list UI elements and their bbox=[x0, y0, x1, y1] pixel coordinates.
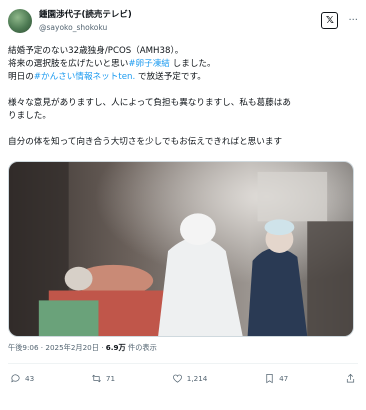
hashtag-link[interactable]: #卵子凍結 bbox=[128, 59, 170, 69]
reply-icon bbox=[11, 374, 20, 383]
like-button[interactable]: 1,214 bbox=[172, 373, 208, 384]
author-handle[interactable]: @sayoko_shokoku bbox=[39, 22, 132, 33]
avatar[interactable] bbox=[8, 9, 32, 33]
retweet-icon bbox=[92, 374, 101, 383]
retweet-button[interactable]: 71 bbox=[91, 373, 115, 384]
tweet-line-text: 明日の bbox=[8, 72, 34, 82]
bookmark-icon bbox=[266, 374, 273, 384]
retweet-count: 71 bbox=[105, 374, 116, 383]
like-count: 1,214 bbox=[186, 374, 208, 383]
timestamp[interactable]: 午後9:06 · 2025年2月20日 · bbox=[8, 343, 106, 352]
tweet-line-text: 自分の体を知って向き合う大切さを少しでもお伝えできればと思います bbox=[8, 137, 283, 147]
tweet-line-text: 結婚予定のない32歳独身/PCOS（AMH38）。 bbox=[8, 46, 184, 56]
clinic-photo bbox=[9, 162, 353, 336]
reply-count: 43 bbox=[25, 374, 35, 383]
tweet-line-text: で放送予定です。 bbox=[135, 72, 206, 82]
view-count: 6.9万 bbox=[105, 343, 126, 352]
view-label: 件の表示 bbox=[125, 343, 157, 352]
tweet-header: 鍾園渉代子(読売テレビ) @sayoko_shokoku 𝕏 ··· bbox=[8, 6, 358, 42]
tweet-line: りました。 bbox=[8, 110, 358, 123]
bookmark-count: 47 bbox=[279, 374, 289, 383]
action-bar: 43 71 1,214 47 bbox=[8, 373, 358, 384]
tweet-meta: 午後9:06 · 2025年2月20日 · 6.9万 件の表示 bbox=[8, 343, 358, 353]
author-display-name[interactable]: 鍾園渉代子(読売テレビ) bbox=[39, 10, 132, 21]
bookmark-button[interactable]: 47 bbox=[264, 373, 288, 384]
tweet-text: 結婚予定のない32歳独身/PCOS（AMH38）。 将来の選択肢を広げたいと思い… bbox=[8, 45, 358, 149]
more-options-icon[interactable]: ··· bbox=[348, 15, 358, 26]
tweet-line: 明日の#かんさい情報ネットten. で放送予定です。 bbox=[8, 71, 358, 84]
tweet-media-image[interactable] bbox=[8, 161, 354, 337]
tweet-card: 鍾園渉代子(読売テレビ) @sayoko_shokoku 𝕏 ··· 結婚予定の… bbox=[0, 0, 366, 410]
tweet-line: 将来の選択肢を広げたいと思い#卵子凍結 しました。 bbox=[8, 58, 358, 71]
tweet-line-text: 様々な意見がありますし、人によって負担も異なりますし、私も葛藤はあ bbox=[8, 98, 291, 108]
header-actions: 𝕏 ··· bbox=[321, 12, 358, 29]
reply-button[interactable]: 43 bbox=[10, 373, 34, 384]
tweet-line-text: 将来の選択肢を広げたいと思い bbox=[8, 59, 129, 69]
author-names: 鍾園渉代子(読売テレビ) @sayoko_shokoku bbox=[39, 6, 132, 33]
grok-x-icon[interactable]: 𝕏 bbox=[321, 12, 339, 29]
tweet-line: 自分の体を知って向き合う大切さを少しでもお伝えできればと思います bbox=[8, 136, 358, 149]
tweet-line: 結婚予定のない32歳独身/PCOS（AMH38）。 bbox=[8, 45, 358, 58]
tweet-line-text: しました。 bbox=[169, 59, 216, 69]
tweet-line-text: りました。 bbox=[8, 111, 51, 121]
heart-icon bbox=[172, 374, 182, 383]
share-icon bbox=[346, 373, 355, 383]
divider bbox=[8, 363, 358, 364]
tweet-line: 様々な意見がありますし、人によって負担も異なりますし、私も葛藤はあ bbox=[8, 97, 358, 110]
share-button[interactable] bbox=[345, 373, 356, 384]
hashtag-link[interactable]: #かんさい情報ネットten. bbox=[34, 72, 135, 82]
